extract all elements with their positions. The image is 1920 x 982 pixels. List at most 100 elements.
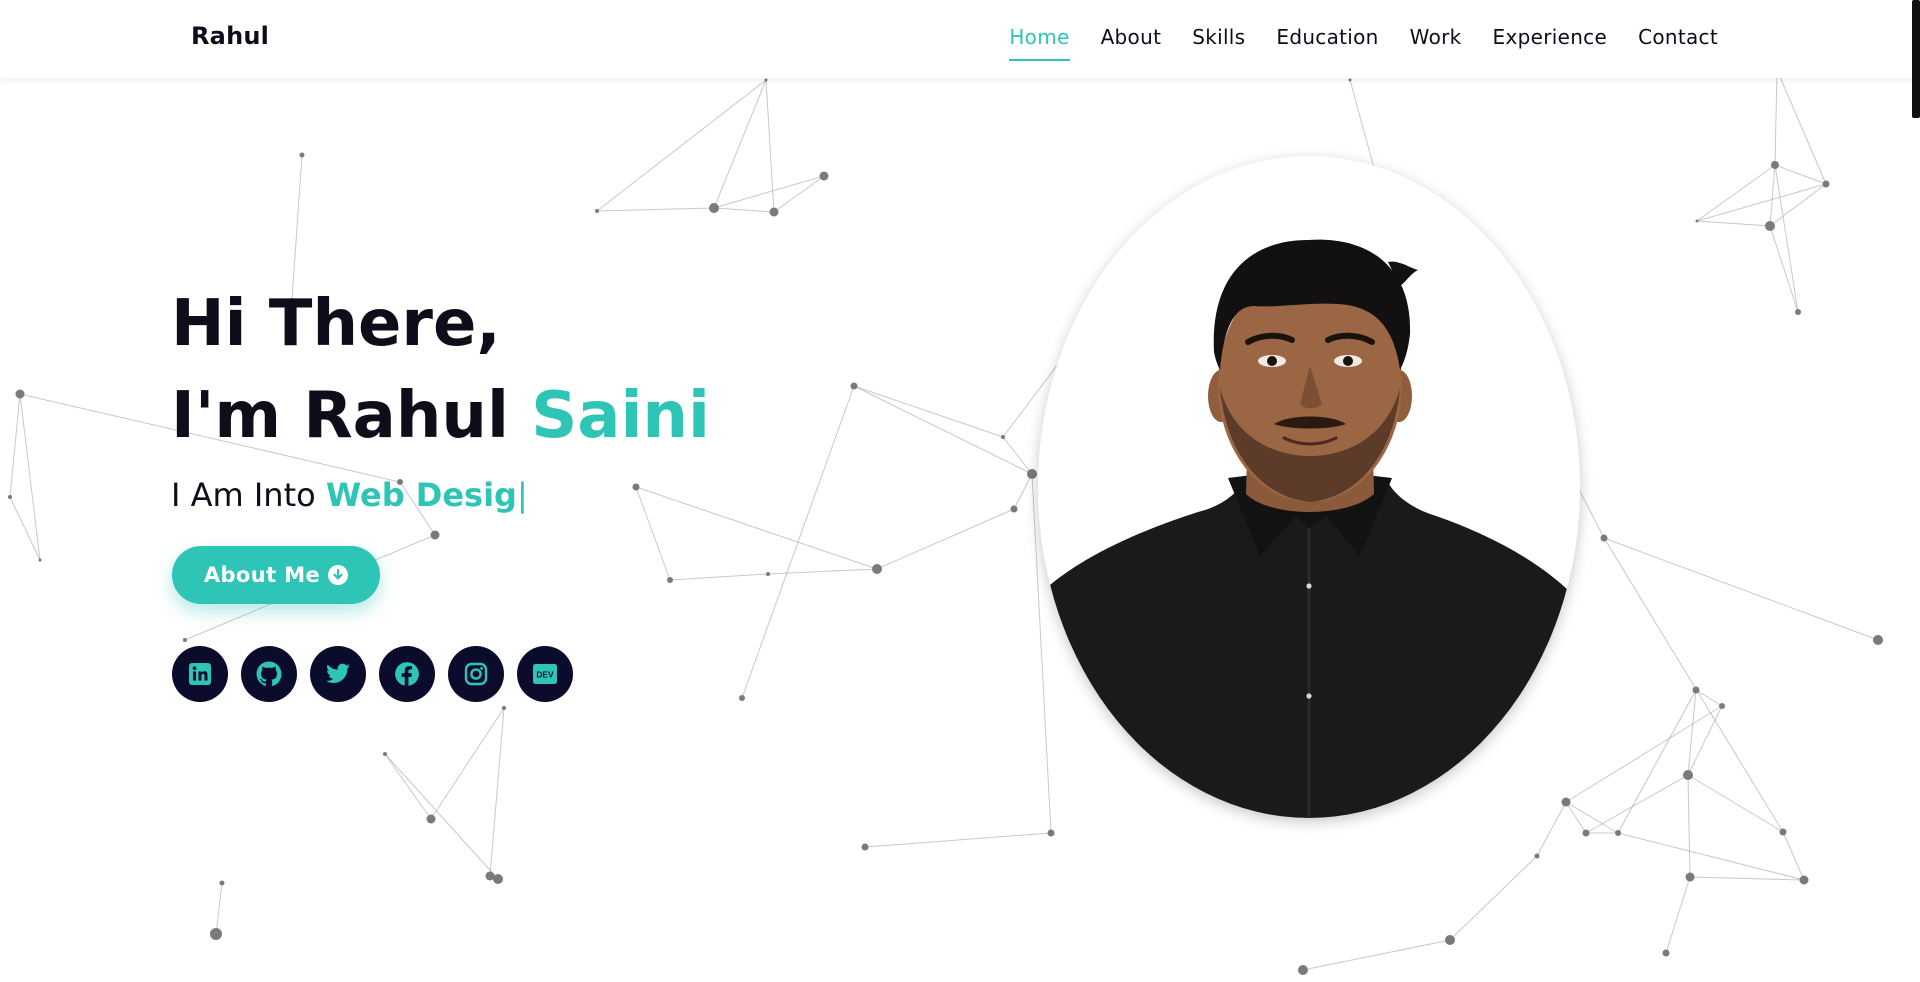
particle-node: [667, 577, 673, 583]
particle-link: [1696, 183, 1827, 222]
scrollbar-track[interactable]: [1912, 0, 1920, 982]
particle-link: [853, 385, 1004, 438]
particle-node: [1799, 875, 1809, 885]
particle-link: [1782, 831, 1805, 881]
particle-node: [739, 695, 745, 701]
linkedin-link[interactable]: [172, 646, 228, 702]
particle-link: [596, 207, 715, 212]
scrollbar-thumb[interactable]: [1912, 0, 1920, 118]
twitter-link[interactable]: [310, 646, 366, 702]
particle-link: [1695, 689, 1723, 707]
particle-node: [1779, 828, 1787, 836]
particle-node: [1298, 965, 1308, 975]
particle-node: [1795, 309, 1801, 315]
particle-link: [1002, 436, 1033, 475]
particle-link: [1696, 164, 1776, 222]
particle-link: [430, 707, 505, 820]
particle-node: [183, 638, 187, 642]
instagram-link[interactable]: [448, 646, 504, 702]
particle-node: [493, 874, 503, 884]
particle-node: [299, 152, 305, 158]
particle-link: [1769, 225, 1799, 313]
particle-node: [1692, 686, 1700, 694]
particle-node: [1027, 469, 1037, 479]
particle-node: [1010, 505, 1018, 513]
particle-node: [1719, 703, 1725, 709]
particle-node: [426, 814, 436, 824]
social-links: DEV: [172, 646, 573, 702]
particle-link: [1687, 774, 1691, 878]
particle-link: [215, 882, 223, 935]
particle-node: [383, 752, 387, 756]
particle-link: [1565, 801, 1619, 834]
dev-link[interactable]: DEV: [517, 646, 573, 702]
facebook-link[interactable]: [379, 646, 435, 702]
about-me-button[interactable]: About Me: [172, 546, 380, 604]
github-icon: [256, 661, 282, 686]
particle-link: [1013, 473, 1033, 510]
particle-link: [1449, 855, 1538, 941]
particle-link: [864, 832, 1052, 848]
instagram-icon: [464, 662, 488, 686]
particle-node: [1047, 829, 1055, 837]
particle-node: [15, 389, 25, 399]
particle-link: [1769, 164, 1776, 227]
twitter-icon: [326, 663, 350, 683]
particle-link: [384, 753, 432, 820]
particle-node: [1695, 219, 1699, 223]
nav-skills[interactable]: Skills: [1192, 25, 1245, 53]
particle-node: [1561, 797, 1571, 807]
particle-link: [741, 385, 855, 699]
nav-experience[interactable]: Experience: [1493, 25, 1608, 53]
nav-work[interactable]: Work: [1410, 25, 1462, 53]
particle-link: [1603, 537, 1784, 833]
nav-about[interactable]: About: [1101, 25, 1162, 53]
particle-node: [1582, 829, 1590, 837]
brand-logo[interactable]: Rahul: [191, 22, 269, 50]
particle-node: [769, 207, 779, 217]
particle-link: [713, 207, 775, 213]
particle-node: [430, 530, 440, 540]
particle-link: [384, 753, 499, 880]
particle-link: [1774, 164, 1799, 313]
particle-node: [502, 706, 506, 710]
linkedin-icon: [189, 663, 211, 685]
particle-link: [1536, 801, 1567, 857]
particle-link: [1603, 537, 1879, 641]
particle-node: [1615, 830, 1621, 836]
particle-node: [1683, 770, 1693, 780]
site-header: Rahul Home About Skills Education Work E…: [0, 0, 1920, 78]
particle-node: [1662, 949, 1670, 957]
particle-link: [773, 175, 825, 213]
nav-education[interactable]: Education: [1276, 25, 1378, 53]
particle-node: [850, 382, 858, 390]
particle-link: [1687, 774, 1784, 833]
nav-contact[interactable]: Contact: [1638, 25, 1718, 53]
particle-link: [1689, 876, 1805, 881]
particle-link: [1585, 774, 1689, 834]
hero-surname: Saini: [531, 379, 710, 453]
arrow-circle-down-icon: [328, 565, 349, 585]
particle-node: [8, 495, 12, 499]
particle-link: [1617, 832, 1805, 881]
dev-icon: DEV: [533, 664, 557, 684]
page: Rahul Home About Skills Education Work E…: [0, 0, 1920, 982]
main-nav: Home About Skills Education Work Experie…: [1009, 0, 1718, 78]
typing-prefix: I Am Into: [171, 476, 316, 514]
particle-link: [9, 496, 41, 561]
nav-home[interactable]: Home: [1009, 25, 1070, 61]
particle-link: [767, 568, 878, 575]
particle-link: [876, 508, 1015, 570]
particle-node: [38, 558, 42, 562]
particle-link: [1769, 183, 1827, 227]
particle-node: [1534, 853, 1540, 859]
particle-node: [595, 209, 599, 213]
particle-link: [713, 79, 767, 209]
particle-link: [1774, 164, 1827, 185]
typing-line: I Am Into Web Desig|: [171, 476, 710, 514]
hero-greeting: Hi There,: [171, 287, 501, 361]
hero-name: I'm Rahul: [171, 379, 509, 453]
particle-node: [766, 572, 770, 576]
particle-link: [19, 393, 41, 561]
github-link[interactable]: [241, 646, 297, 702]
